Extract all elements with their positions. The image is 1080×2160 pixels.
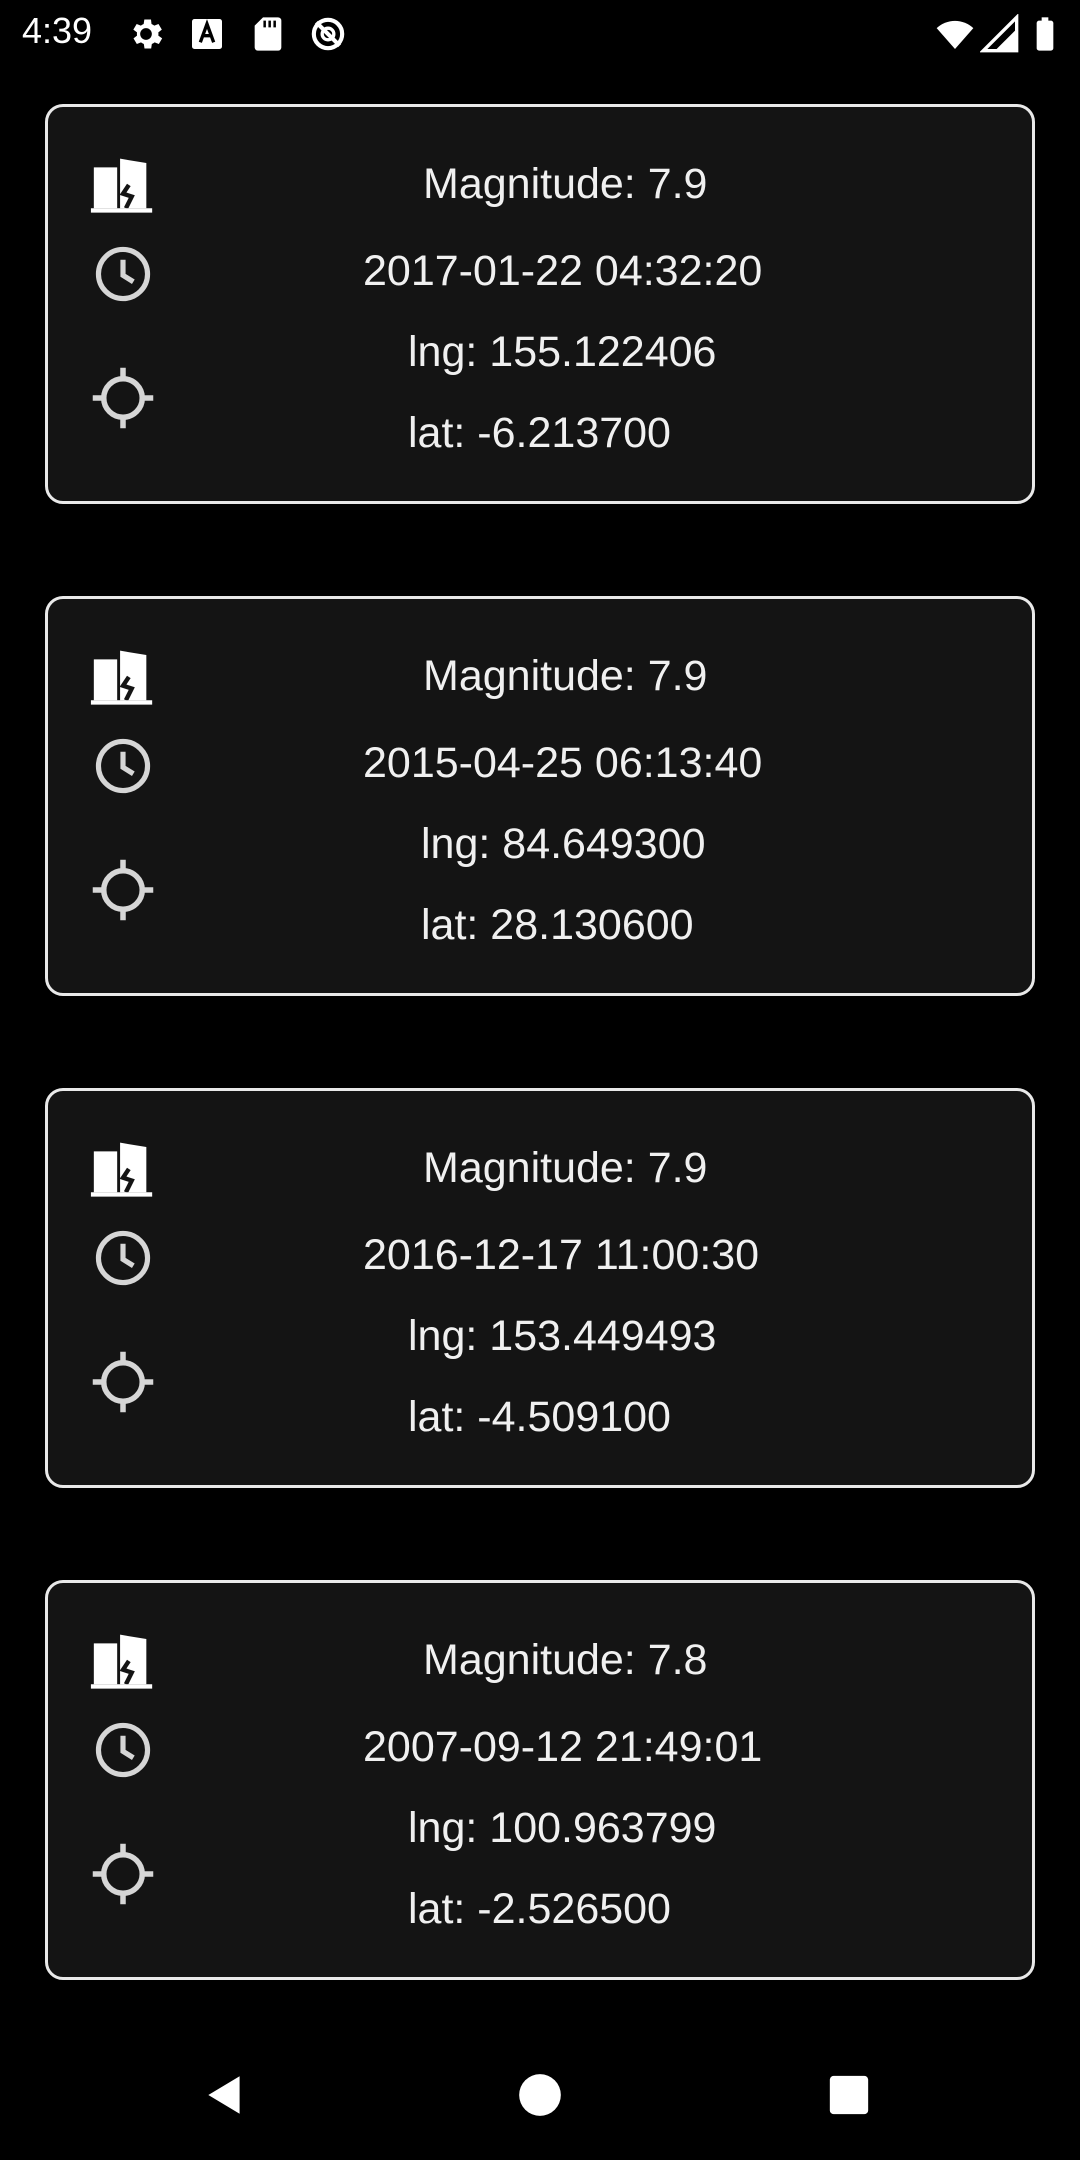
clock-icon: [95, 738, 151, 794]
home-circle-icon[interactable]: [515, 2070, 565, 2120]
earthquake-buildings-icon: [90, 650, 153, 705]
magnitude-label: Magnitude: 7.9: [423, 160, 708, 208]
battery-icon: [1036, 17, 1054, 51]
status-bar: 4:39: [0, 0, 1080, 66]
earthquake-buildings-icon: [90, 158, 153, 213]
longitude-label: lng: 100.963799: [408, 1804, 717, 1852]
no-location-icon: [311, 17, 345, 51]
keyboard-a-icon: [192, 19, 222, 49]
back-triangle-icon[interactable]: [200, 2070, 250, 2120]
earthquake-buildings-icon: [90, 1142, 153, 1197]
recents-square-icon[interactable]: [826, 2072, 872, 2118]
earthquake-buildings-icon: [90, 1634, 153, 1689]
crosshair-icon: [92, 859, 154, 921]
time-label: 2007-09-12 21:49:01: [363, 1723, 763, 1771]
clock-icon: [95, 1722, 151, 1778]
magnitude-label: Magnitude: 7.8: [423, 1636, 708, 1684]
signal-icon: [980, 14, 1019, 53]
earthquake-card[interactable]: Magnitude: 7.9 2015-04-25 06:13:40 lng: …: [45, 596, 1035, 996]
earthquake-card[interactable]: Magnitude: 7.9 2016-12-17 11:00:30 lng: …: [45, 1088, 1035, 1488]
time-label: 2015-04-25 06:13:40: [363, 739, 763, 787]
crosshair-icon: [92, 1351, 154, 1413]
latitude-label: lat: -2.526500: [408, 1885, 671, 1933]
magnitude-label: Magnitude: 7.9: [423, 652, 708, 700]
navigation-bar: [0, 2040, 1080, 2160]
clock-icon: [95, 1230, 151, 1286]
crosshair-icon: [92, 367, 154, 429]
crosshair-icon: [92, 1843, 154, 1905]
latitude-label: lat: -4.509100: [408, 1393, 671, 1441]
earthquake-card[interactable]: Magnitude: 7.9 2017-01-22 04:32:20 lng: …: [45, 104, 1035, 504]
longitude-label: lng: 153.449493: [408, 1312, 717, 1360]
longitude-label: lng: 84.649300: [421, 820, 706, 868]
magnitude-label: Magnitude: 7.9: [423, 1144, 708, 1192]
clock-icon: [95, 246, 151, 302]
latitude-label: lat: -6.213700: [408, 409, 671, 457]
wifi-icon: [936, 20, 974, 49]
time-label: 2017-01-22 04:32:20: [363, 247, 763, 295]
earthquake-card[interactable]: Magnitude: 7.8 2007-09-12 21:49:01 lng: …: [45, 1580, 1035, 1980]
latitude-label: lat: 28.130600: [421, 901, 694, 949]
time-label: 2016-12-17 11:00:30: [363, 1231, 760, 1279]
sd-card-icon: [254, 17, 282, 51]
longitude-label: lng: 155.122406: [408, 328, 717, 376]
status-time: 4:39: [22, 10, 93, 51]
settings-icon: [133, 19, 163, 49]
